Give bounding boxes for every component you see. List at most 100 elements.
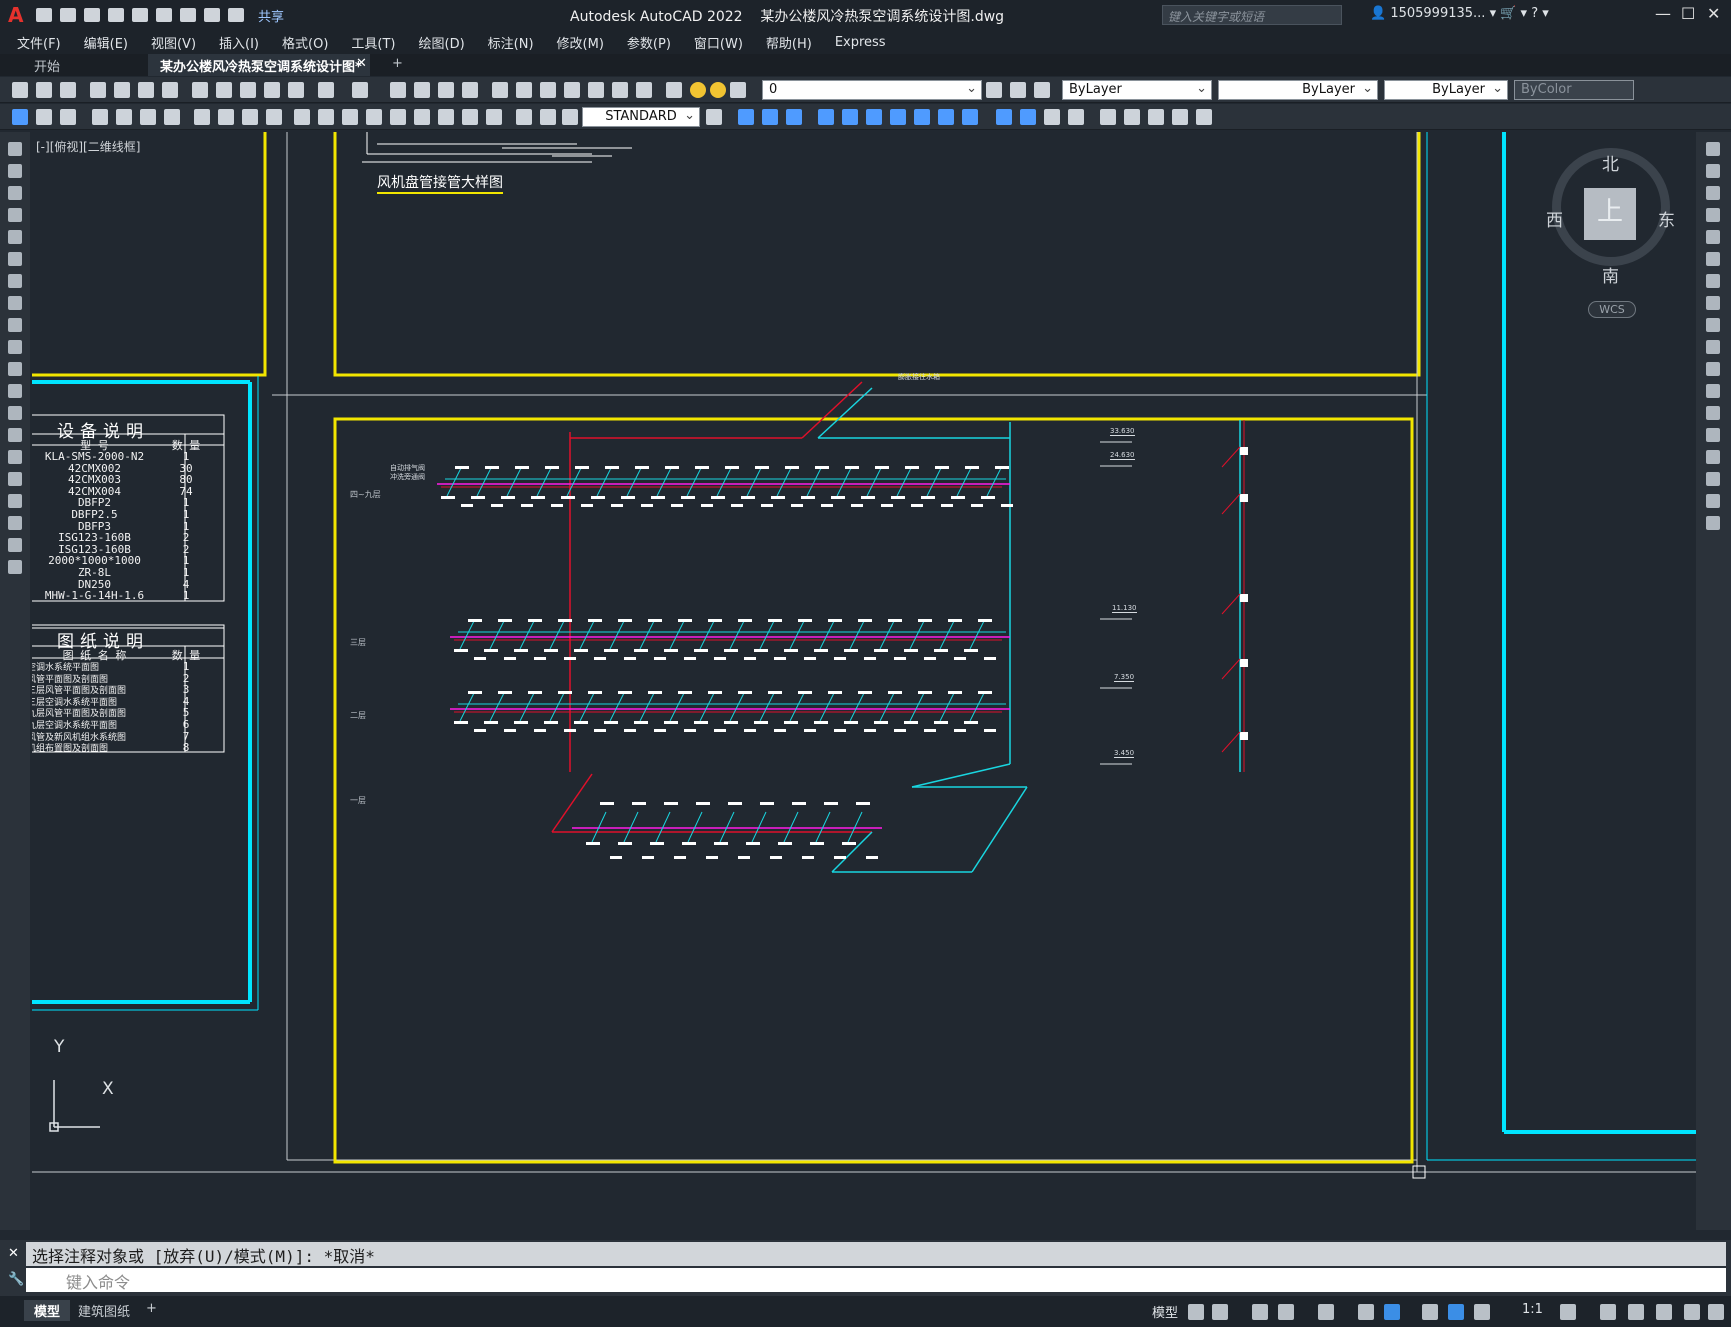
viewcube-top-face[interactable]: 上: [1584, 188, 1636, 240]
arc-length-icon[interactable]: [140, 109, 156, 125]
array-icon[interactable]: [962, 109, 978, 125]
angular-dim-icon[interactable]: [266, 109, 282, 125]
layer-lock-icon[interactable]: [730, 82, 746, 98]
color-dropdown[interactable]: ByLayer ⌄: [1062, 80, 1212, 100]
stretch-tool-icon[interactable]: [1706, 318, 1720, 332]
pan-icon[interactable]: [390, 82, 406, 98]
zoom-window-icon[interactable]: [438, 82, 454, 98]
dim-style-icon[interactable]: [36, 109, 52, 125]
group-edit-icon[interactable]: [1044, 109, 1060, 125]
hardware-accel-icon[interactable]: [1656, 1304, 1672, 1320]
layer-freeze-icon[interactable]: [710, 82, 726, 98]
drawing-canvas[interactable]: [-][俯视][二维线框] 风机盘管接管大样图 设备说明 型 号 数 量 KLA…: [32, 132, 1696, 1230]
rotate-icon[interactable]: [890, 109, 906, 125]
plot-icon[interactable]: [90, 82, 106, 98]
join-tool-icon[interactable]: [1706, 428, 1720, 442]
redo-icon[interactable]: [352, 82, 368, 98]
stretch-icon[interactable]: [866, 109, 882, 125]
dim-space-icon[interactable]: [366, 109, 382, 125]
add-layout-button[interactable]: +: [136, 1300, 167, 1317]
model-tab[interactable]: 模型: [24, 1300, 71, 1321]
tab-close-button[interactable]: ✕: [344, 54, 379, 76]
undo-icon[interactable]: [204, 8, 220, 22]
menu-window[interactable]: 窗口(W): [694, 33, 743, 52]
draw-order-above-icon[interactable]: [786, 109, 802, 125]
snap-icon[interactable]: [1212, 1304, 1228, 1320]
annotation-monitor-icon[interactable]: [1600, 1304, 1616, 1320]
layer-on-icon[interactable]: [690, 82, 706, 98]
jogged-linear-icon[interactable]: [486, 109, 502, 125]
diameter-dim-icon[interactable]: [242, 109, 258, 125]
new-file-icon[interactable]: [36, 8, 52, 22]
open-icon[interactable]: [36, 82, 52, 98]
polyline-tool-icon[interactable]: [8, 186, 22, 200]
layer-dropdown[interactable]: 0 ⌄: [762, 80, 982, 100]
menu-view[interactable]: 视图(V): [151, 33, 196, 52]
tab-active-drawing[interactable]: 某办公楼风冷热泵空调系统设计图*: [148, 54, 370, 76]
ungroup-icon[interactable]: [1020, 109, 1036, 125]
sheet-set-icon[interactable]: [564, 82, 580, 98]
style-icon[interactable]: [12, 109, 28, 125]
move-tool-icon[interactable]: [1706, 252, 1720, 266]
object-snap-tracking-icon[interactable]: [1358, 1304, 1374, 1320]
layout-tab[interactable]: 建筑图纸: [68, 1300, 140, 1321]
viewport-controls-label[interactable]: [-][俯视][二维线框]: [36, 138, 140, 155]
add-selected-icon[interactable]: [8, 560, 22, 574]
center-mark-icon[interactable]: [438, 109, 454, 125]
erase-tool-icon[interactable]: [1706, 142, 1720, 156]
revision-cloud-icon[interactable]: [8, 296, 22, 310]
properties-icon[interactable]: [492, 82, 508, 98]
open-web-icon[interactable]: [132, 8, 148, 22]
menu-express[interactable]: Express: [835, 35, 886, 50]
quick-dim-icon[interactable]: [294, 109, 310, 125]
viewcube-south[interactable]: 南: [1602, 262, 1619, 287]
viewcube-east[interactable]: 东: [1658, 206, 1675, 231]
scale-icon[interactable]: [938, 109, 954, 125]
zoom-realtime-icon[interactable]: [414, 82, 430, 98]
markup-icon[interactable]: [588, 82, 604, 98]
save-web-icon[interactable]: [156, 8, 172, 22]
open-file-icon[interactable]: [60, 8, 76, 22]
chamfer-tool-icon[interactable]: [1706, 450, 1720, 464]
continue-dim-icon[interactable]: [342, 109, 358, 125]
match-properties-icon[interactable]: [264, 82, 280, 98]
polygon-tool-icon[interactable]: [8, 208, 22, 222]
user-account[interactable]: 👤 1505999135... ▾ 🛒 ▾ ? ▾: [1370, 6, 1549, 21]
aligned-dim-icon[interactable]: [116, 109, 132, 125]
draw-order-front-icon[interactable]: [738, 109, 754, 125]
close-command-icon[interactable]: ✕: [8, 1246, 19, 1261]
radius-dim-icon[interactable]: [194, 109, 210, 125]
array-tool-icon[interactable]: [1706, 230, 1720, 244]
plot-icon[interactable]: [180, 8, 196, 22]
lineweight-dropdown[interactable]: ByLayer ⌄: [1384, 80, 1508, 100]
tab-start[interactable]: 开始: [22, 54, 72, 76]
auto-scale-icon[interactable]: [1474, 1304, 1490, 1320]
dim-break-icon[interactable]: [390, 109, 406, 125]
annotation-visibility-icon[interactable]: [1448, 1304, 1464, 1320]
maximize-button[interactable]: ☐: [1681, 4, 1695, 23]
paste-icon[interactable]: [240, 82, 256, 98]
blend-curves-icon[interactable]: [1706, 494, 1720, 508]
ortho-icon[interactable]: [1252, 1304, 1268, 1320]
publish-icon[interactable]: [138, 82, 154, 98]
spline-tool-icon[interactable]: [8, 318, 22, 332]
baseline-dim-icon[interactable]: [318, 109, 334, 125]
annotation-scale[interactable]: 1:1: [1522, 1302, 1543, 1317]
extend-tool-icon[interactable]: [1706, 362, 1720, 376]
scale-tool-icon[interactable]: [1706, 296, 1720, 310]
menu-draw[interactable]: 绘图(D): [419, 33, 465, 52]
mtext-tool-icon[interactable]: [8, 538, 22, 552]
command-input[interactable]: 键入命令: [26, 1268, 1726, 1292]
copy-icon[interactable]: [216, 82, 232, 98]
layer-states-icon[interactable]: [1034, 82, 1050, 98]
undo-icon[interactable]: [318, 82, 334, 98]
viewcube-north[interactable]: 北: [1602, 150, 1619, 175]
autocad-logo-icon[interactable]: A: [8, 3, 24, 27]
trim-tool-icon[interactable]: [1706, 340, 1720, 354]
line-tool-icon[interactable]: [8, 142, 22, 156]
attach-icon[interactable]: [1124, 109, 1140, 125]
menu-file[interactable]: 文件(F): [17, 33, 61, 52]
qnew-icon[interactable]: [12, 82, 28, 98]
group-icon[interactable]: [996, 109, 1012, 125]
rectangle-tool-icon[interactable]: [8, 230, 22, 244]
